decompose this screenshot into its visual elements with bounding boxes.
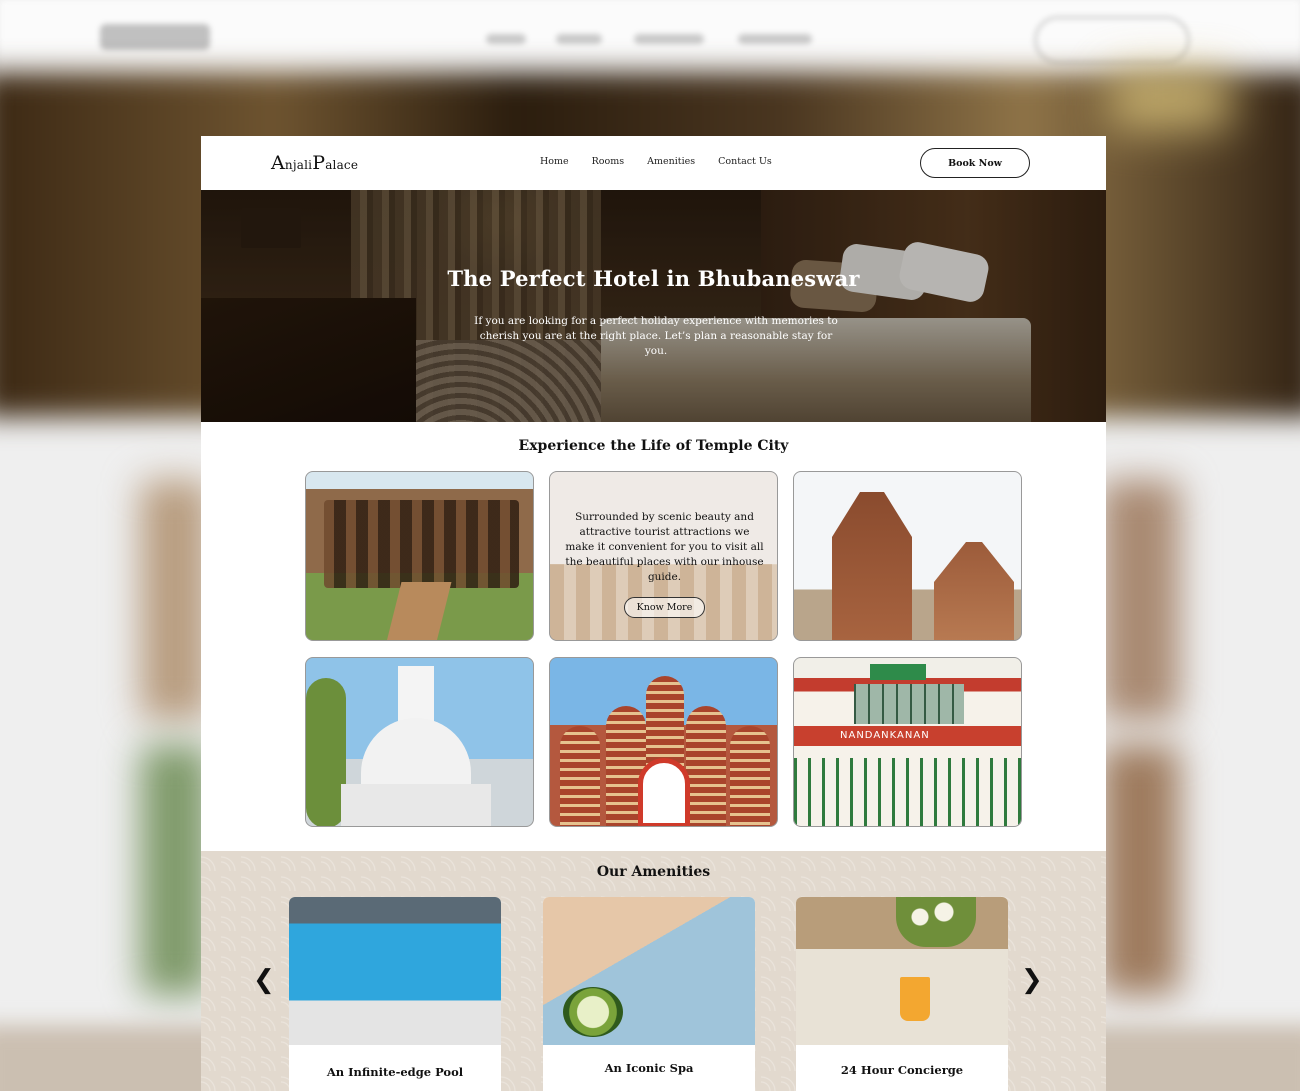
garden-path bbox=[386, 582, 452, 640]
amenity-card-spa[interactable]: An Iconic Spa bbox=[543, 897, 755, 1091]
temple-gate bbox=[638, 758, 690, 826]
amenity-card-pool[interactable]: An Infinite-edge Pool bbox=[289, 897, 501, 1091]
amenity-label: An Iconic Spa bbox=[604, 1061, 694, 1075]
chevron-left-icon[interactable]: ❮ bbox=[253, 967, 275, 993]
logo-text-njali: njali bbox=[284, 158, 313, 172]
know-more-button[interactable]: Know More bbox=[624, 597, 705, 618]
nav-contact-us[interactable]: Contact Us bbox=[718, 156, 772, 167]
temple-spire bbox=[832, 492, 912, 640]
backdrop-tile bbox=[140, 480, 210, 720]
nav-rooms[interactable]: Rooms bbox=[592, 156, 624, 167]
backdrop-logo bbox=[100, 24, 210, 50]
hero-title: The Perfect Hotel in Bhubaneswar bbox=[447, 266, 860, 291]
navbar: AnjaliPalace Home Rooms Amenities Contac… bbox=[201, 136, 1106, 190]
stupa-dome bbox=[361, 718, 471, 788]
zoo-sign bbox=[870, 664, 926, 680]
backdrop-tile bbox=[1100, 745, 1180, 995]
nav-links: Home Rooms Amenities Contact Us bbox=[540, 156, 772, 167]
nandankanan-banner: NANDANKANAN bbox=[794, 726, 1021, 746]
zoo-windows bbox=[854, 684, 964, 724]
temple-city-info-card: Surrounded by scenic beauty and attracti… bbox=[549, 471, 778, 641]
backdrop-tile bbox=[1100, 480, 1180, 720]
logo-initial-p: P bbox=[312, 152, 326, 174]
flower-vase bbox=[896, 897, 976, 947]
iskcon-temple-image[interactable] bbox=[549, 657, 778, 827]
udayagiri-caves-image[interactable] bbox=[305, 471, 534, 641]
amenity-label: 24 Hour Concierge bbox=[840, 1063, 964, 1077]
lingaraj-temple-image[interactable] bbox=[793, 471, 1022, 641]
temple-tower bbox=[730, 726, 770, 826]
chevron-right-icon[interactable]: ❯ bbox=[1021, 967, 1043, 993]
logo[interactable]: AnjaliPalace bbox=[271, 152, 358, 174]
stupa-top bbox=[398, 666, 434, 722]
juice-glass bbox=[900, 977, 930, 1021]
tree bbox=[306, 678, 346, 826]
page-card: AnjaliPalace Home Rooms Amenities Contac… bbox=[201, 136, 1106, 1091]
amenity-card-concierge[interactable]: 24 Hour Concierge bbox=[796, 897, 1008, 1091]
temple-tower bbox=[560, 726, 600, 826]
hero-subtitle: If you are looking for a perfect holiday… bbox=[474, 315, 838, 357]
nandankanan-zoo-image[interactable]: NANDANKANAN bbox=[793, 657, 1022, 827]
logo-text-alace: alace bbox=[325, 158, 359, 172]
amenity-label: An Infinite-edge Pool bbox=[326, 1065, 464, 1079]
backdrop-navbar bbox=[0, 0, 1300, 78]
backdrop-link bbox=[738, 34, 812, 44]
amenities-title: Our Amenities bbox=[596, 864, 711, 880]
backdrop-link bbox=[486, 34, 526, 44]
backdrop-link bbox=[556, 34, 602, 44]
backdrop-tile bbox=[140, 745, 210, 995]
stupa-base bbox=[341, 784, 491, 826]
book-now-button[interactable]: Book Now bbox=[920, 148, 1030, 178]
temple-city-blurb: Surrounded by scenic beauty and attracti… bbox=[565, 511, 764, 583]
backdrop-button bbox=[1034, 16, 1190, 64]
spa-image bbox=[543, 897, 755, 1045]
amenities-section: Our Amenities ❮ ❯ An Infinite-edge Pool … bbox=[201, 851, 1106, 1091]
backdrop-glow bbox=[1110, 70, 1230, 130]
cave-facade bbox=[324, 500, 519, 588]
pool-image bbox=[289, 897, 501, 1045]
logo-initial-a: A bbox=[271, 152, 285, 174]
temple-tower bbox=[686, 706, 726, 826]
nav-home[interactable]: Home bbox=[540, 156, 569, 167]
temple-spire bbox=[934, 542, 1014, 640]
hero-overlay bbox=[201, 190, 1106, 422]
hero-banner: The Perfect Hotel in Bhubaneswar If you … bbox=[201, 190, 1106, 422]
backdrop-link bbox=[634, 34, 704, 44]
nav-amenities[interactable]: Amenities bbox=[647, 156, 695, 167]
temple-city-title: Experience the Life of Temple City bbox=[518, 438, 789, 454]
cucumber-slice bbox=[563, 987, 623, 1037]
concierge-image bbox=[796, 897, 1008, 1045]
zoo-gate-railing bbox=[794, 758, 1021, 826]
shanti-stupa-image[interactable] bbox=[305, 657, 534, 827]
